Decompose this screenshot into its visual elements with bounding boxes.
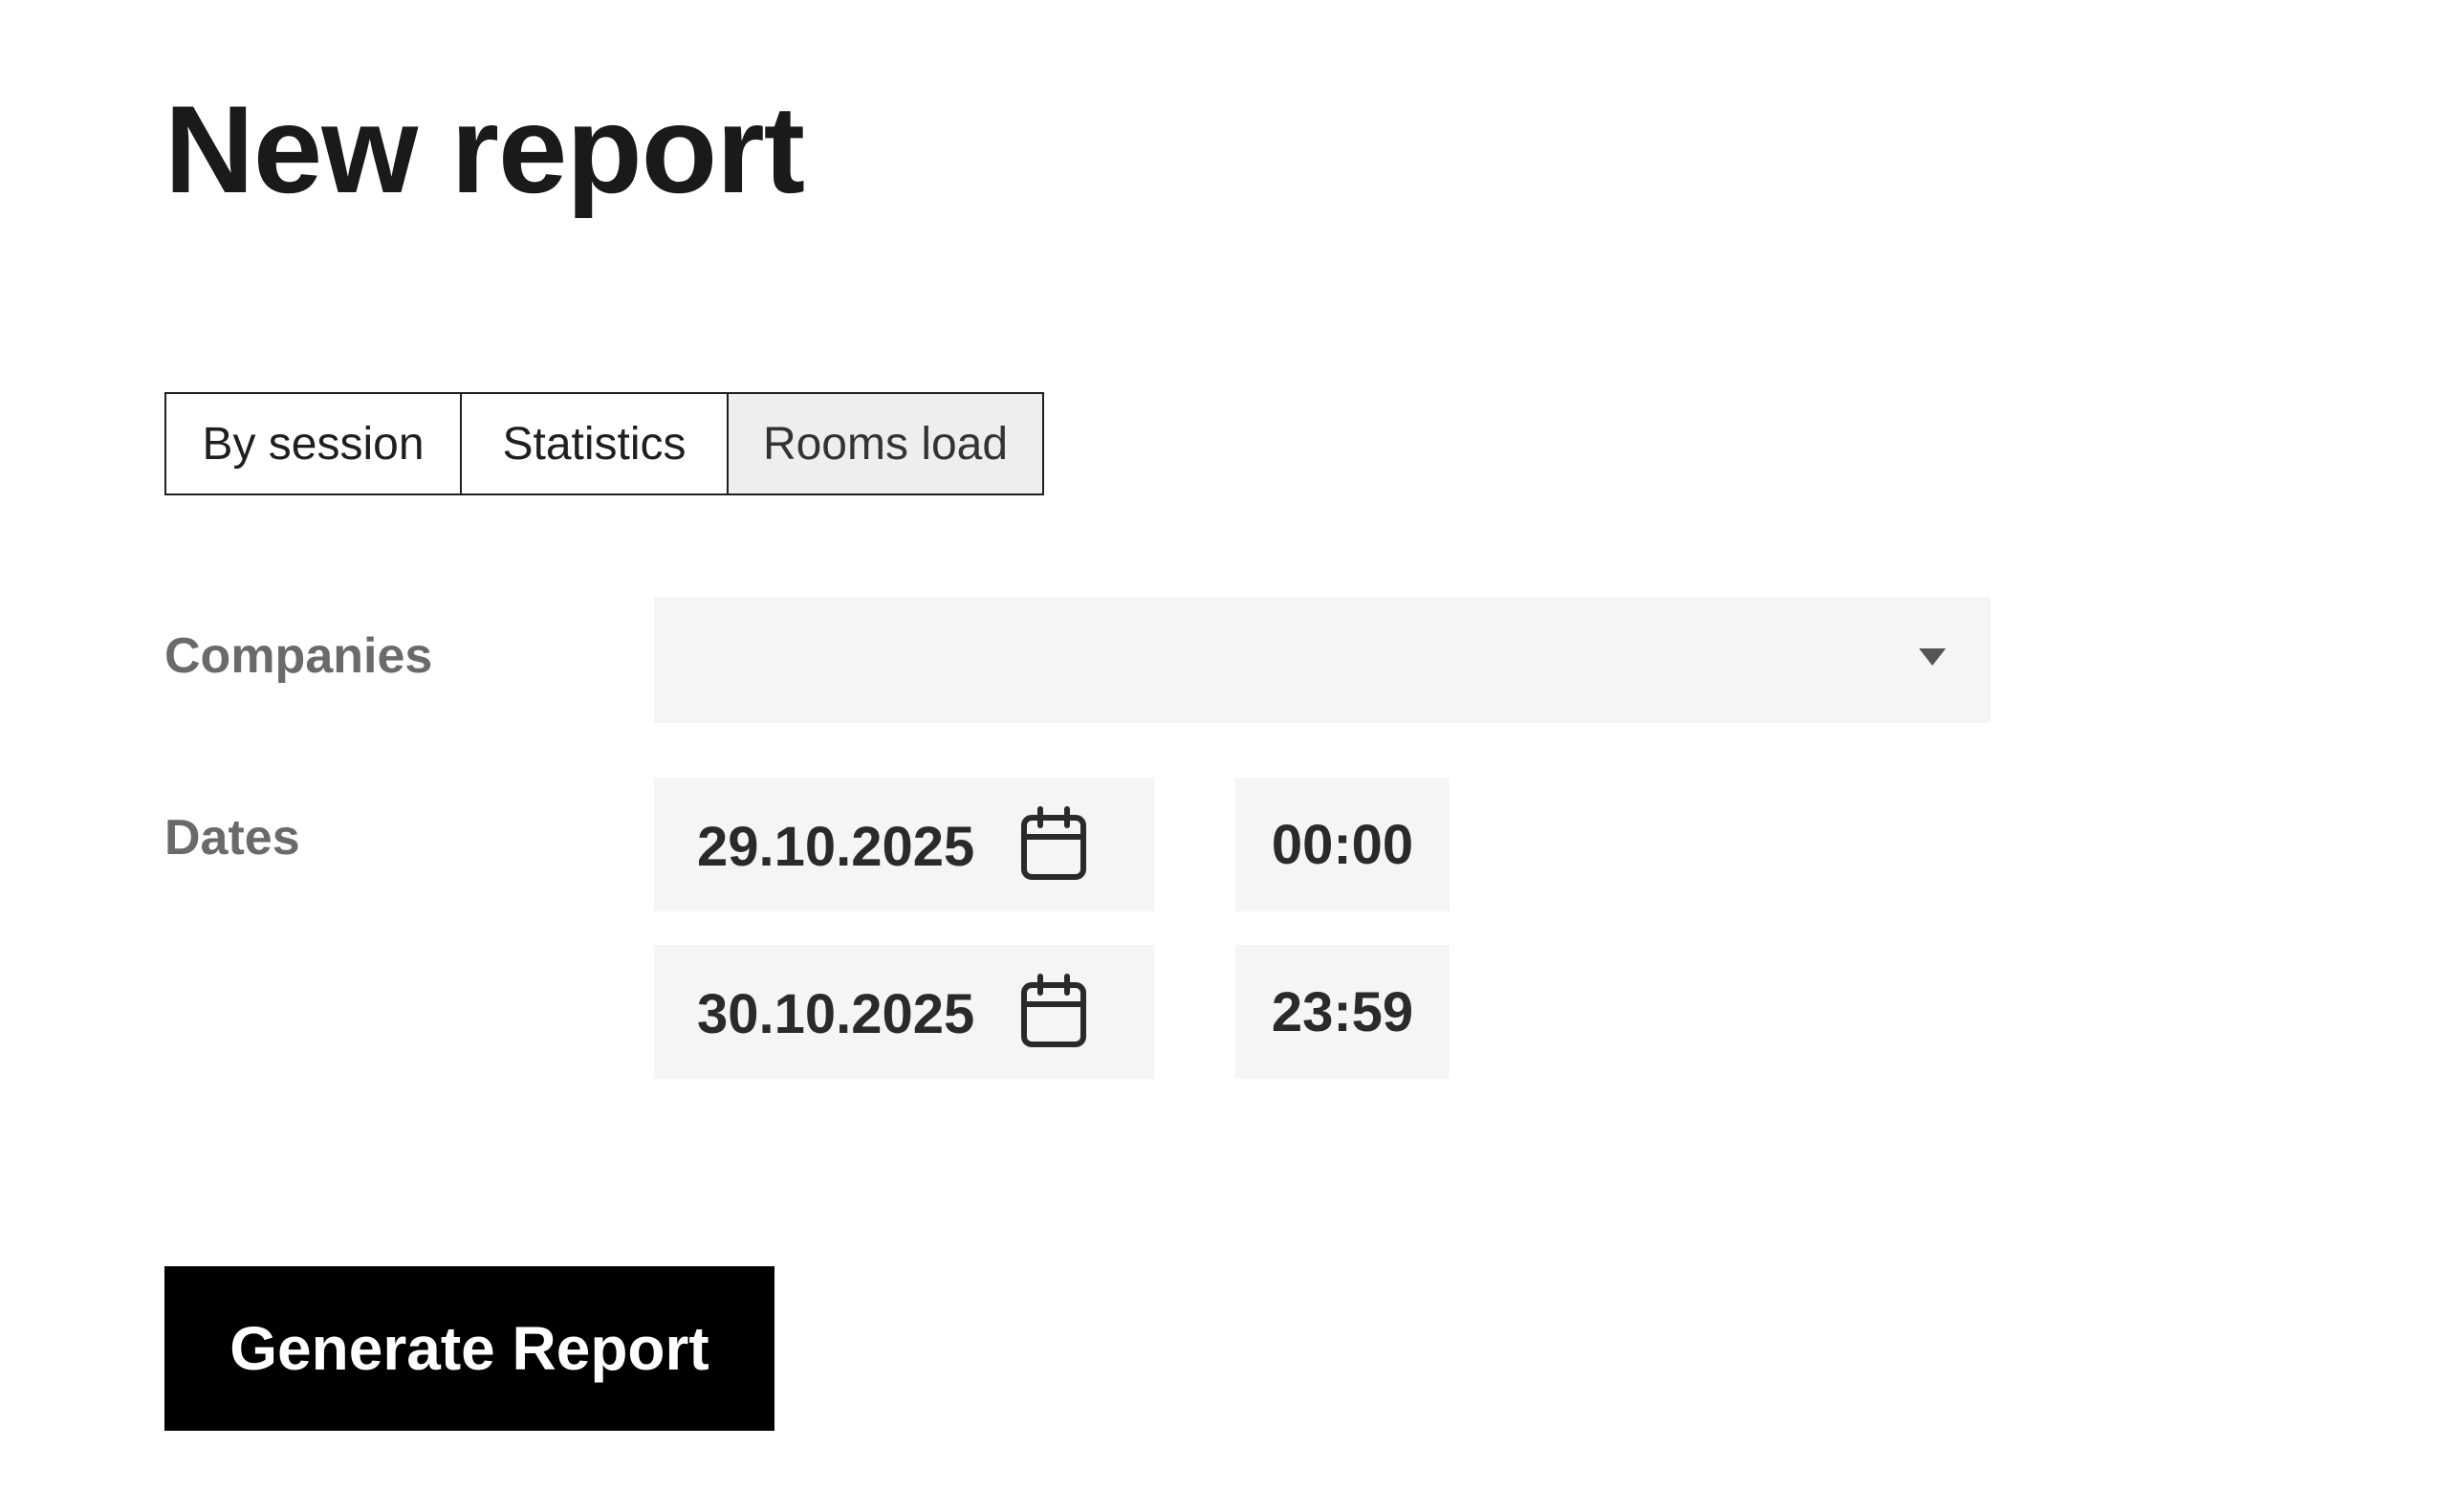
report-type-tabs: By session Statistics Rooms load — [164, 392, 1044, 495]
page-title: New report — [164, 79, 805, 219]
tab-statistics[interactable]: Statistics — [460, 394, 727, 493]
calendar-icon[interactable] — [1019, 974, 1088, 1050]
tab-rooms-load[interactable]: Rooms load — [727, 394, 1042, 493]
report-page: New report By session Statistics Rooms l… — [0, 0, 2464, 1491]
start-time-field[interactable]: 00:00 — [1235, 778, 1450, 911]
companies-label: Companies — [164, 628, 433, 684]
chevron-down-icon — [1919, 648, 1946, 666]
end-time-field[interactable]: 23:59 — [1235, 945, 1450, 1079]
end-date-value: 30.10.2025 — [697, 983, 975, 1045]
tab-by-session[interactable]: By session — [166, 394, 460, 493]
end-date-field[interactable]: 30.10.2025 — [654, 945, 1154, 1079]
start-date-value: 29.10.2025 — [697, 816, 975, 878]
start-date-field[interactable]: 29.10.2025 — [654, 778, 1154, 911]
generate-report-button[interactable]: Generate Report — [164, 1266, 774, 1431]
companies-select[interactable] — [654, 597, 1991, 723]
calendar-icon[interactable] — [1019, 806, 1088, 883]
dates-label: Dates — [164, 810, 300, 866]
